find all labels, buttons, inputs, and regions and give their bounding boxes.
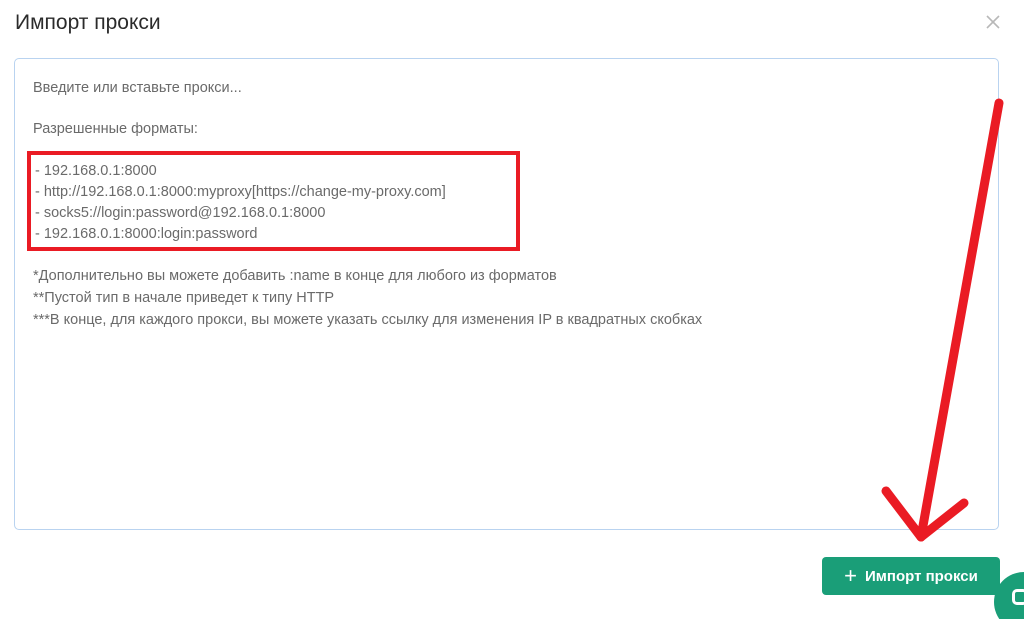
format-example: - 192.168.0.1:8000:login:password (35, 226, 258, 242)
placeholder-line: Разрешенные форматы: (33, 121, 198, 137)
format-example: - 192.168.0.1:8000 (35, 163, 157, 179)
format-example: - socks5://login:password@192.168.0.1:80… (35, 205, 326, 221)
import-button-label: Импорт прокси (865, 567, 978, 585)
format-example: - http://192.168.0.1:8000:myproxy[https:… (35, 184, 446, 200)
placeholder-note: *Дополнительно вы можете добавить :name … (33, 268, 557, 284)
chat-icon (1012, 589, 1024, 605)
dialog-title: Импорт прокси (15, 11, 161, 34)
placeholder-line: Введите или вставьте прокси... (33, 80, 242, 96)
proxy-textarea[interactable]: Введите или вставьте прокси... Разрешенн… (14, 58, 999, 530)
import-proxy-dialog: Импорт прокси Введите или вставьте прокс… (0, 0, 1024, 619)
close-icon[interactable] (982, 11, 1004, 33)
placeholder-note: ***В конце, для каждого прокси, вы может… (33, 312, 703, 328)
plus-icon: + (844, 563, 857, 588)
import-proxy-button[interactable]: + Импорт прокси (822, 557, 1000, 595)
placeholder-note: **Пустой тип в начале приведет к типу HT… (33, 290, 335, 306)
